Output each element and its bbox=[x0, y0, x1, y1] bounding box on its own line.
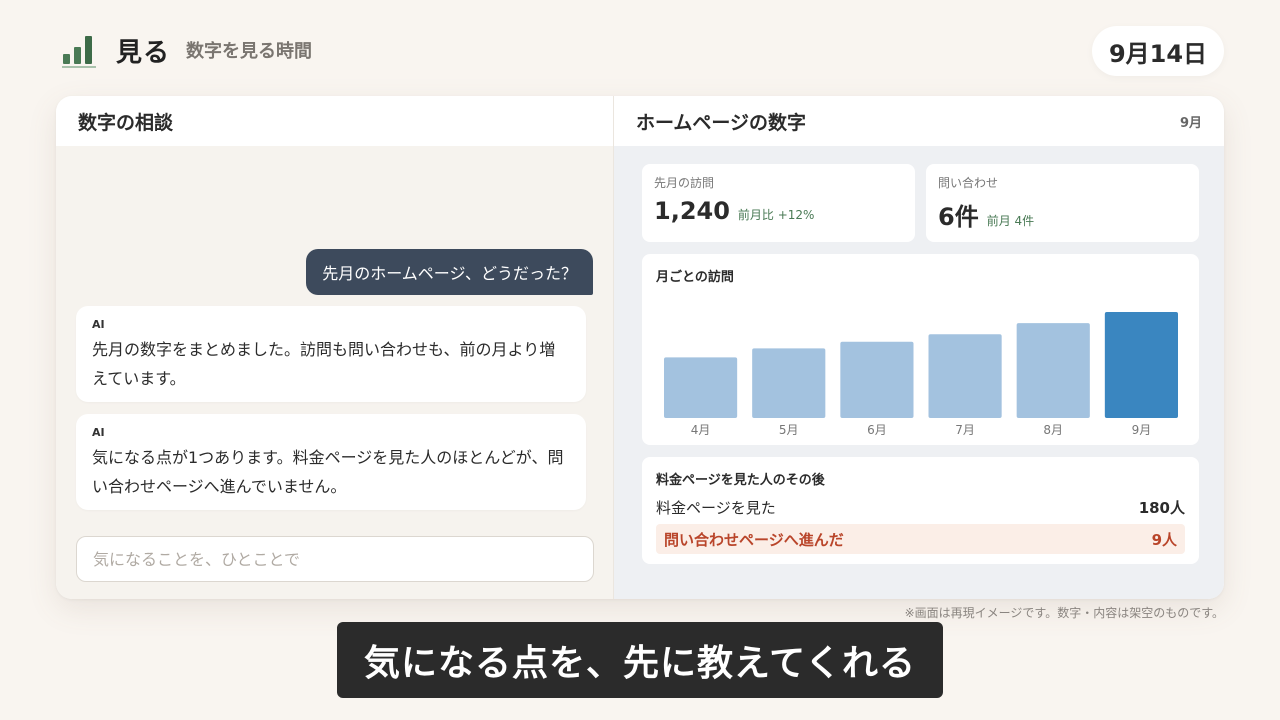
chart-bar bbox=[664, 357, 738, 418]
chat-input[interactable] bbox=[76, 536, 594, 582]
funnel-value: 180人 bbox=[1138, 498, 1185, 517]
stat-delta: 前月比 +12% bbox=[737, 208, 815, 222]
stat-card-visits: 先月の訪問 1,240 前月比 +12% bbox=[642, 164, 915, 242]
chart-bar bbox=[928, 334, 1002, 418]
stat-label: 先月の訪問 bbox=[654, 176, 715, 190]
dashboard-title: ホームページの数字 bbox=[636, 111, 807, 134]
funnel-title: 料金ページを見た人のその後 bbox=[656, 473, 825, 488]
funnel-card: 料金ページを見た人のその後 料金ページを見た 180人 問い合わせページへ進んだ… bbox=[642, 457, 1199, 564]
caption-banner: 気になる点を、先に教えてくれる bbox=[337, 622, 943, 698]
x-tick-label: 7月 bbox=[955, 423, 975, 437]
visits-bar-chart: 4月 5月 6月 7月 8月 9月 bbox=[664, 312, 1178, 437]
x-tick-label: 9月 bbox=[1132, 423, 1152, 437]
ai-message-text: 先月の数字をまとめました。訪問も問い合わせも、前の月より増えています。 bbox=[92, 340, 556, 388]
x-tick-label: 6月 bbox=[867, 423, 887, 437]
ai-label: AI bbox=[92, 426, 105, 439]
app-header: 見る 数字を見る時間 bbox=[62, 30, 312, 70]
stat-delta: 前月 4件 bbox=[986, 214, 1035, 228]
chat-pane: 数字の相談 先月のホームページ、どうだった？ AI 先月の数字をまとめました。訪… bbox=[56, 96, 614, 599]
bar-chart-icon bbox=[62, 32, 96, 68]
user-message-bubble: 先月のホームページ、どうだった？ bbox=[306, 249, 593, 295]
stat-value: 6件 bbox=[938, 203, 979, 231]
stat-card-inquiries: 問い合わせ 6件 前月 4件 bbox=[926, 164, 1199, 242]
main-card: 数字の相談 先月のホームページ、どうだった？ AI 先月の数字をまとめました。訪… bbox=[56, 96, 1224, 599]
visits-chart-card: 月ごとの訪問 4月 5月 6月 7月 8月 9月 bbox=[642, 254, 1199, 445]
footnote: ※画面は再現イメージです。数字・内容は架空のものです。 bbox=[904, 606, 1224, 620]
stat-value: 1,240 bbox=[654, 197, 730, 225]
chart-bar bbox=[1016, 323, 1090, 418]
dashboard-month: 9月 bbox=[1179, 115, 1202, 131]
app-title: 見る bbox=[116, 37, 171, 68]
ai-message-card: AI 先月の数字をまとめました。訪問も問い合わせも、前の月より増えています。 bbox=[76, 306, 586, 402]
chart-bar bbox=[752, 348, 826, 418]
funnel-value: 9人 bbox=[1151, 530, 1177, 549]
app-subtitle: 数字を見る時間 bbox=[186, 41, 313, 62]
x-tick-label: 4月 bbox=[691, 423, 711, 437]
ai-message-text: 気になる点が1つあります。料金ページを見た人のほとんどが、問い合わせページへ進ん… bbox=[92, 448, 564, 496]
stat-label: 問い合わせ bbox=[938, 176, 999, 190]
ai-label: AI bbox=[92, 318, 105, 331]
chart-bar bbox=[840, 341, 914, 418]
funnel-row-highlight: 問い合わせページへ進んだ 9人 bbox=[656, 524, 1185, 554]
date-badge: 9月14日 bbox=[1092, 26, 1224, 76]
funnel-label: 料金ページを見た bbox=[656, 498, 776, 517]
funnel-label: 問い合わせページへ進んだ bbox=[664, 530, 844, 549]
ai-message-card: AI 気になる点が1つあります。料金ページを見た人のほとんどが、問い合わせページ… bbox=[76, 414, 586, 510]
chat-header: 数字の相談 bbox=[56, 96, 613, 146]
chart-bar bbox=[1104, 312, 1178, 418]
funnel-row: 料金ページを見た 180人 bbox=[656, 496, 1185, 518]
dashboard-header: ホームページの数字 9月 bbox=[614, 96, 1224, 146]
x-tick-label: 8月 bbox=[1043, 423, 1063, 437]
dashboard-pane: ホームページの数字 9月 先月の訪問 1,240 前月比 +12% 問い合わせ … bbox=[614, 96, 1224, 599]
x-tick-label: 5月 bbox=[779, 423, 799, 437]
